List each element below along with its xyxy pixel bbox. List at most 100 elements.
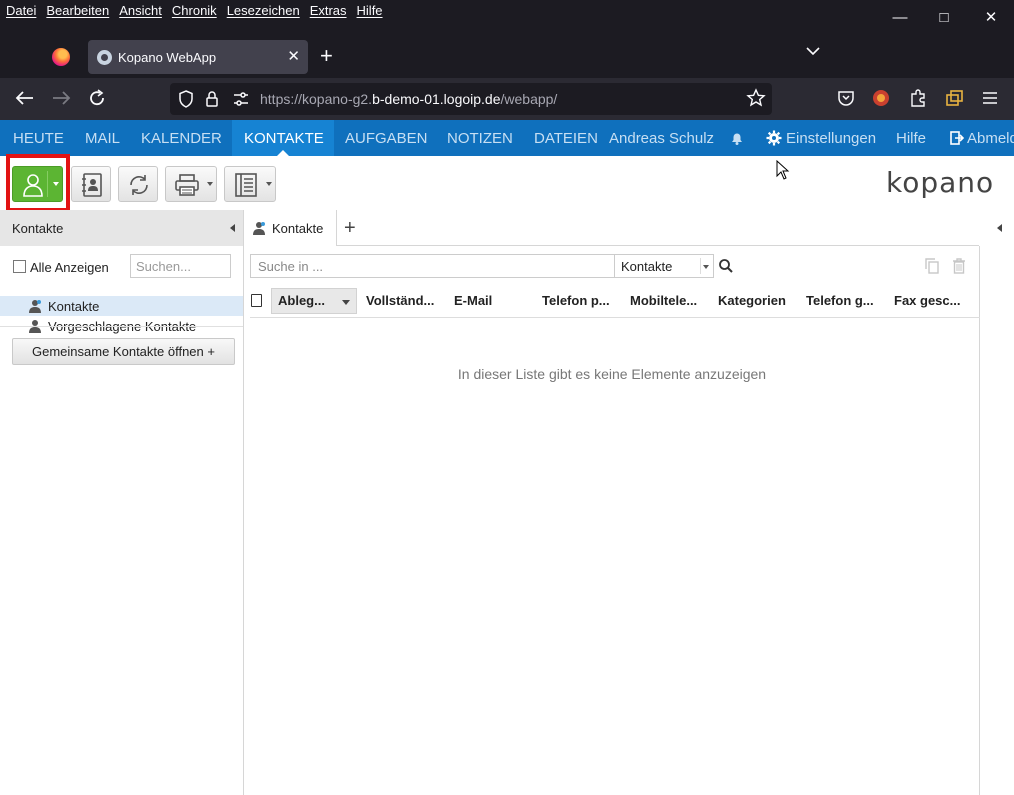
mouse-cursor-icon xyxy=(776,160,790,180)
nav-aufgaben[interactable]: AUFGABEN xyxy=(345,130,428,147)
url-host: b-demo-01.logoip.de xyxy=(372,91,501,107)
show-all-checkbox[interactable] xyxy=(13,260,26,273)
refresh-button[interactable] xyxy=(118,166,158,202)
firefox-icon[interactable] xyxy=(52,48,70,66)
extension-fox-icon[interactable] xyxy=(869,88,893,108)
column-telefon-privat[interactable]: Telefon p... xyxy=(542,293,610,308)
bookmark-star-icon[interactable] xyxy=(746,88,766,108)
layout-dropdown-icon[interactable] xyxy=(266,182,272,186)
column-vollstaendiger-name[interactable]: Vollständ... xyxy=(366,293,434,308)
nav-mail[interactable]: MAIL xyxy=(85,130,120,147)
nav-hilfe[interactable]: Hilfe xyxy=(896,130,926,147)
nav-notizen[interactable]: NOTIZEN xyxy=(447,130,513,147)
column-telefon-geschaeftlich[interactable]: Telefon g... xyxy=(806,293,874,308)
reload-icon[interactable] xyxy=(85,88,109,108)
add-tab-button[interactable]: + xyxy=(344,217,356,240)
folder-panel-title: Kontakte xyxy=(12,221,64,236)
address-book-button[interactable] xyxy=(71,166,111,202)
contact-tab-icon xyxy=(253,222,265,235)
forward-arrow-icon[interactable] xyxy=(49,88,73,108)
hamburger-menu-icon[interactable] xyxy=(978,88,1002,108)
menu-chronik[interactable]: Chronik xyxy=(172,3,217,18)
tab-manager-icon[interactable] xyxy=(942,88,966,108)
nav-heute[interactable]: HEUTE xyxy=(13,130,64,147)
print-button[interactable] xyxy=(165,166,217,202)
contacts-folder-panel: Kontakte Alle Anzeigen Kontakte Vorgesch… xyxy=(0,210,244,795)
main-toolbar: kopano xyxy=(0,156,1014,210)
refresh-cycle-icon xyxy=(130,175,148,195)
folder-search-input[interactable] xyxy=(130,254,231,278)
app-top-navigation: HEUTE MAIL KALENDER KONTAKTE AUFGABEN NO… xyxy=(0,120,1014,156)
printer-icon xyxy=(175,174,199,196)
nav-einstellungen[interactable]: Einstellungen xyxy=(786,130,876,147)
tab-label: Kontakte xyxy=(272,221,324,236)
search-scope-select[interactable]: Kontakte xyxy=(614,254,714,278)
kopano-webapp: HEUTE MAIL KALENDER KONTAKTE AUFGABEN NO… xyxy=(0,120,1014,795)
minimize-button[interactable]: — xyxy=(890,8,910,28)
logout-icon[interactable] xyxy=(950,131,964,145)
url-suffix: /webapp/ xyxy=(500,91,558,107)
new-tab-button[interactable]: + xyxy=(320,45,333,67)
browser-menubar: Datei Bearbeiten Ansicht Chronik Lesezei… xyxy=(0,0,1014,36)
contact-folder-icon xyxy=(29,300,41,313)
extensions-puzzle-icon[interactable] xyxy=(906,88,930,108)
menu-bearbeiten[interactable]: Bearbeiten xyxy=(46,3,109,18)
permissions-icon[interactable] xyxy=(232,90,250,108)
browser-tab[interactable]: Kopano WebApp ✕ xyxy=(88,40,308,74)
column-mobiltelefon[interactable]: Mobiltele... xyxy=(630,293,697,308)
menu-hilfe[interactable]: Hilfe xyxy=(357,3,383,18)
layout-list-icon xyxy=(235,173,257,197)
close-window-button[interactable]: ✕ xyxy=(981,8,1001,28)
folder-item-kontakte[interactable]: Kontakte xyxy=(0,296,243,316)
collapse-right-arrow-icon[interactable] xyxy=(997,224,1002,232)
select-divider xyxy=(700,258,701,274)
nav-kontakte[interactable]: KONTAKTE xyxy=(244,130,324,147)
column-ablegen[interactable]: Ableg... xyxy=(278,293,325,308)
menu-datei[interactable]: Datei xyxy=(6,3,36,18)
column-kategorien[interactable]: Kategorien xyxy=(718,293,786,308)
column-fax-geschaeftlich[interactable]: Fax gesc... xyxy=(894,293,960,308)
column-email[interactable]: E-Mail xyxy=(454,293,492,308)
url-text[interactable]: https://kopano-g2.b-demo-01.logoip.de/we… xyxy=(260,91,557,107)
close-tab-button[interactable]: ✕ xyxy=(287,47,300,65)
kopano-logo: kopano xyxy=(886,166,995,199)
tab-title: Kopano WebApp xyxy=(118,50,217,65)
user-name[interactable]: Andreas Schulz xyxy=(609,130,714,147)
back-arrow-icon[interactable] xyxy=(13,88,37,108)
contact-search-input[interactable] xyxy=(250,254,616,278)
kopano-favicon-icon xyxy=(97,50,112,65)
view-layout-button[interactable] xyxy=(224,166,276,202)
copy-icon[interactable] xyxy=(924,257,940,275)
shield-icon[interactable] xyxy=(178,90,194,108)
tab-kontakte[interactable]: Kontakte xyxy=(244,210,337,246)
folder-divider xyxy=(0,326,243,327)
notification-bell-icon[interactable] xyxy=(729,130,745,146)
lock-icon[interactable] xyxy=(205,90,219,108)
pocket-icon[interactable] xyxy=(834,88,858,108)
settings-gear-icon[interactable] xyxy=(766,130,782,146)
search-icon[interactable] xyxy=(718,258,734,274)
menu-items: Datei Bearbeiten Ansicht Chronik Lesezei… xyxy=(6,3,383,18)
folder-panel-header: Kontakte xyxy=(0,210,243,246)
contacts-main-area: Kontakte + Kontakte Ableg... Vollständ..… xyxy=(244,210,1014,795)
nav-dateien[interactable]: DATEIEN xyxy=(534,130,598,147)
address-bar[interactable]: https://kopano-g2.b-demo-01.logoip.de/we… xyxy=(170,83,772,115)
address-book-icon xyxy=(82,173,102,197)
delete-trash-icon[interactable] xyxy=(951,257,967,275)
menu-extras[interactable]: Extras xyxy=(310,3,347,18)
search-scope-value: Kontakte xyxy=(621,259,673,274)
menu-ansicht[interactable]: Ansicht xyxy=(119,3,162,18)
item-type-icon[interactable] xyxy=(251,294,262,307)
nav-abmelden[interactable]: Abmelden xyxy=(967,130,1014,147)
sort-dropdown-icon[interactable] xyxy=(342,300,350,305)
folder-label: Kontakte xyxy=(48,299,100,314)
maximize-button[interactable]: □ xyxy=(934,8,954,28)
tab-list-chevron-icon[interactable] xyxy=(806,46,820,56)
print-dropdown-icon[interactable] xyxy=(207,182,213,186)
collapse-left-arrow-icon[interactable] xyxy=(230,224,235,232)
menu-lesezeichen[interactable]: Lesezeichen xyxy=(227,3,300,18)
show-all-label[interactable]: Alle Anzeigen xyxy=(30,260,109,275)
nav-kalender[interactable]: KALENDER xyxy=(141,130,222,147)
open-shared-contacts-button[interactable]: Gemeinsame Kontakte öffnen + xyxy=(12,338,235,365)
empty-list-message: In dieser Liste gibt es keine Elemente a… xyxy=(457,366,767,382)
